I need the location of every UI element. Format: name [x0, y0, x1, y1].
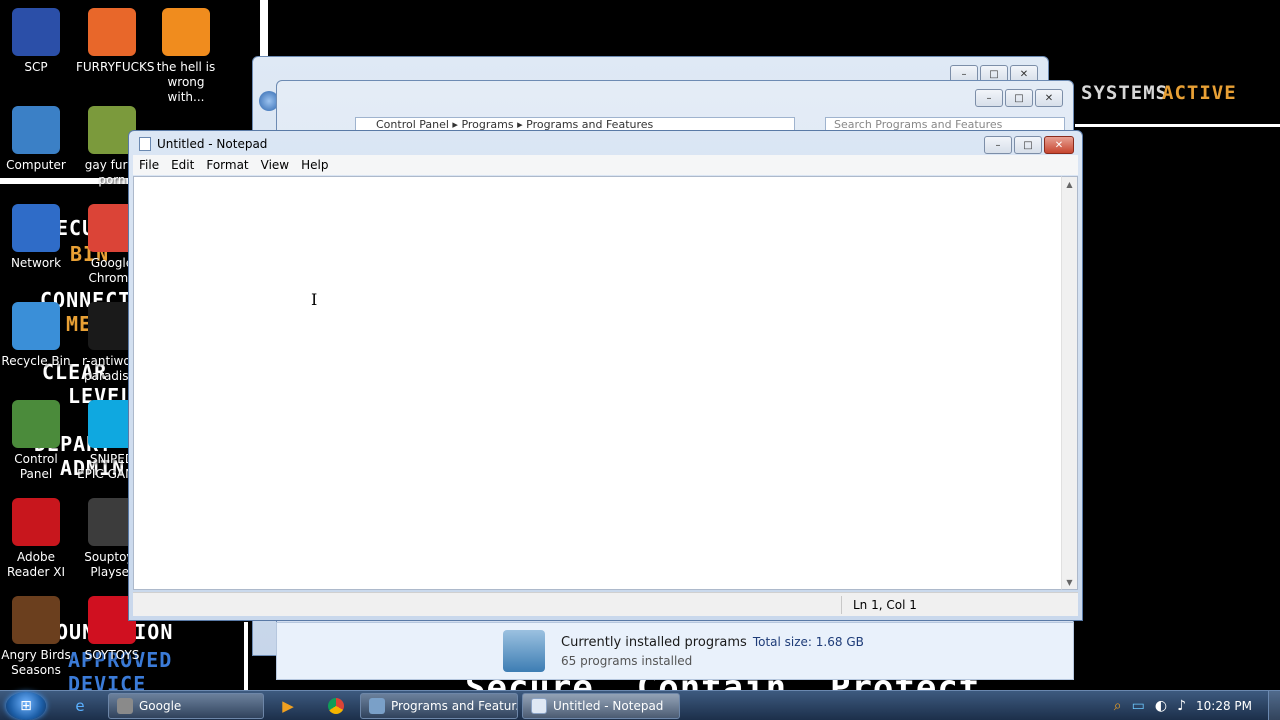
notepad-vertical-scrollbar[interactable]: ▲ ▼: [1061, 176, 1078, 590]
speaker-icon[interactable]: ♪: [1177, 698, 1186, 714]
programs-features-address-bar[interactable]: Control Panel ▸ Programs ▸ Programs and …: [355, 117, 795, 131]
search-tray-icon[interactable]: ⌕: [1114, 698, 1122, 714]
taskbar-item-notepad[interactable]: Untitled - Notepad: [522, 693, 680, 719]
desktop-icon-label: Recycle Bin: [1, 354, 71, 368]
chrome-taskbar-icon[interactable]: [318, 693, 354, 719]
menu-format[interactable]: Format: [200, 158, 254, 172]
notepad-statusbar: Ln 1, Col 1: [133, 592, 1078, 616]
desktop-icon[interactable]: Adobe Reader XI: [0, 498, 72, 580]
adobe-reader-icon: [12, 498, 60, 546]
taskbar-item-label: Google: [139, 699, 182, 713]
notepad-title: Untitled - Notepad: [157, 137, 268, 151]
desktop-white-strip-top: [260, 0, 268, 62]
notepad-icon: [531, 698, 547, 714]
desktop-icon-label: SOYTOYS: [84, 648, 140, 662]
notepad-menubar: File Edit Format View Help: [133, 155, 1078, 175]
google-app-icon: [117, 698, 133, 714]
programs-details-pane: Currently installed programs Total size: …: [276, 622, 1074, 680]
desktop-icon-label: SCP: [24, 60, 48, 74]
programs-features-search-input[interactable]: Search Programs and Features: [825, 117, 1065, 131]
taskbar-item-programs-features[interactable]: Programs and Featur...: [360, 693, 518, 719]
desktop-icon[interactable]: Control Panel: [0, 400, 72, 482]
desktop-icon-label: FURRYFUCKS: [76, 60, 155, 74]
start-button[interactable]: ⊞: [6, 692, 46, 720]
internet-explorer-icon[interactable]: e: [62, 693, 98, 719]
taskbar-clock[interactable]: 10:28 PM: [1196, 699, 1252, 713]
firefox-icon: [88, 8, 136, 56]
scroll-down-arrow-icon[interactable]: ▼: [1062, 575, 1077, 589]
bg-text-device: DEVICE: [68, 672, 147, 690]
bg-text-systems: SYSTEMS: [1081, 82, 1169, 104]
notepad-window[interactable]: Untitled - Notepad – □ ✕ File Edit Forma…: [128, 130, 1083, 621]
minimize-button[interactable]: –: [984, 136, 1012, 154]
system-tray: ⌕ ▭ ◐ ♪ 10:28 PM: [1114, 691, 1280, 720]
cursor-position: Ln 1, Col 1: [853, 598, 917, 612]
recycle-bin-icon: [12, 302, 60, 350]
network-icon: [12, 204, 60, 252]
programs-features-controls: – □ ✕: [975, 89, 1063, 107]
desktop-icon-label: the hell is wrong with...: [156, 60, 216, 104]
control-panel-icon: [12, 400, 60, 448]
taskbar-item-label: Programs and Featur...: [391, 699, 518, 713]
desktop-white-strip-bottom: [244, 622, 248, 690]
maximize-button[interactable]: □: [1014, 136, 1042, 154]
desktop-icon[interactable]: SCP: [0, 8, 72, 75]
computer-icon: [12, 106, 60, 154]
text-cursor-icon: I: [311, 290, 318, 309]
uc-browser-icon: [162, 8, 210, 56]
menu-file[interactable]: File: [133, 158, 165, 172]
programs-count-label: 65 programs installed: [561, 653, 693, 668]
programs-features-icon: [369, 698, 385, 714]
menu-help[interactable]: Help: [295, 158, 334, 172]
desktop-icon-label: Adobe Reader XI: [6, 550, 66, 579]
scroll-up-arrow-icon[interactable]: ▲: [1062, 177, 1077, 191]
desktop-white-strip-right: [1075, 124, 1280, 127]
menu-view[interactable]: View: [255, 158, 295, 172]
desktop-icon[interactable]: Recycle Bin: [0, 302, 72, 369]
minimize-button[interactable]: –: [975, 89, 1003, 107]
network-tray-icon[interactable]: ▭: [1132, 698, 1145, 714]
menu-edit[interactable]: Edit: [165, 158, 200, 172]
taskbar-item-google[interactable]: Google: [108, 693, 264, 719]
notepad-window-controls: – □ ✕: [984, 136, 1074, 154]
desktop-icon[interactable]: FURRYFUCKS: [76, 8, 155, 75]
close-button[interactable]: ✕: [1044, 136, 1074, 154]
volume-tray-icon[interactable]: ◐: [1155, 698, 1167, 714]
desktop-icon-label: Network: [10, 256, 62, 270]
desktop-icon[interactable]: Angry Birds Seasons: [0, 596, 72, 678]
angry-birds-icon: [12, 596, 60, 644]
desktop-icon[interactable]: Computer: [0, 106, 72, 173]
notepad-icon: [139, 137, 151, 151]
bg-text-active: ACTIVE: [1162, 82, 1237, 104]
desktop-icon-label: Control Panel: [14, 452, 58, 481]
desktop-icon-label: Computer: [6, 158, 66, 172]
installed-programs-icon: [503, 630, 545, 672]
notepad-titlebar[interactable]: Untitled - Notepad: [139, 137, 267, 151]
installed-programs-label: Currently installed programs: [561, 634, 747, 650]
notepad-text-area[interactable]: [133, 176, 1061, 590]
close-button[interactable]: ✕: [1035, 89, 1063, 107]
taskbar: ⊞ e Google ▶ Programs and Featur... Unti…: [0, 690, 1280, 720]
scp-icon: [12, 8, 60, 56]
show-desktop-button[interactable]: [1268, 691, 1280, 720]
desktop-icon-label: Angry Birds Seasons: [1, 648, 71, 677]
total-size-label: Total size: 1.68 GB: [752, 634, 864, 649]
desktop-icon[interactable]: Network: [0, 204, 72, 271]
maximize-button[interactable]: □: [1005, 89, 1033, 107]
taskbar-item-label: Untitled - Notepad: [553, 699, 664, 713]
statusbar-separator: [841, 596, 842, 614]
desktop-icon[interactable]: the hell is wrong with...: [150, 8, 222, 105]
media-player-icon[interactable]: ▶: [270, 693, 306, 719]
